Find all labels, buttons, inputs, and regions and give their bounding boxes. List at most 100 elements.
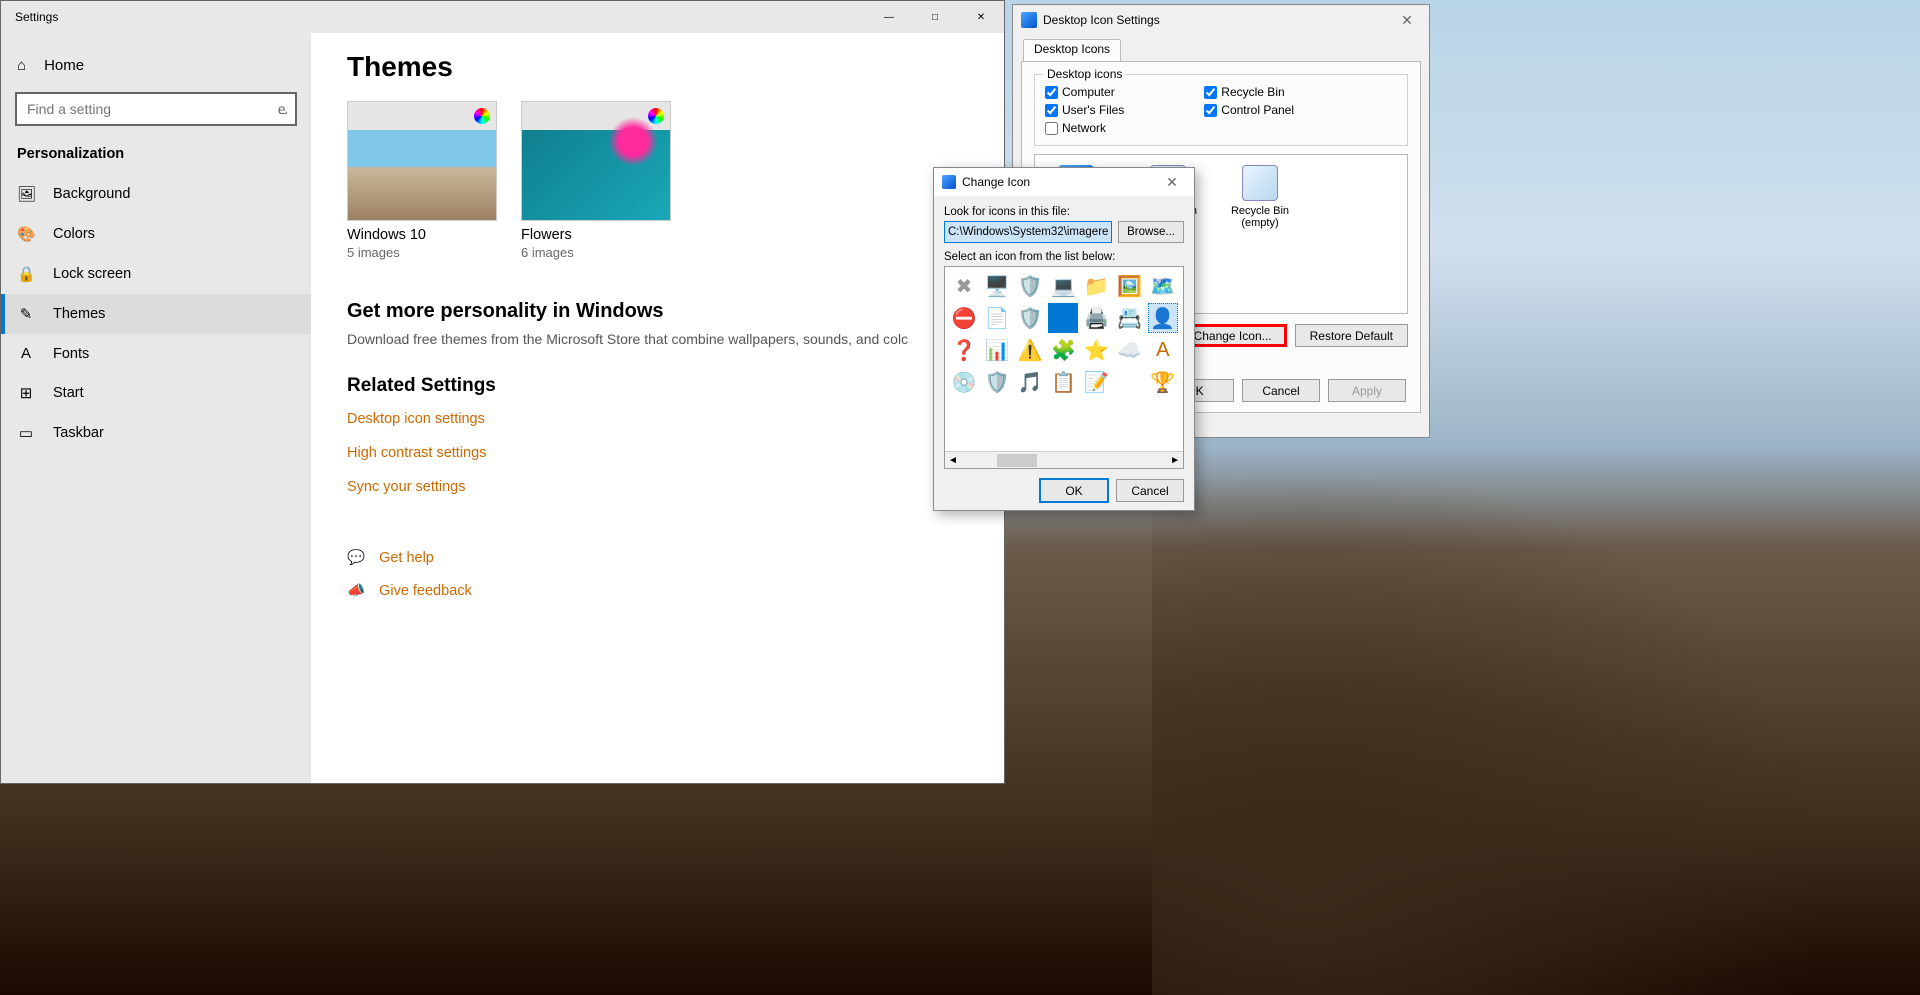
chk-network-input[interactable] (1045, 122, 1058, 135)
scroll-thumb[interactable] (997, 454, 1037, 467)
icon-option[interactable]: 🛡️ (1015, 271, 1045, 301)
nav-label: Start (53, 385, 84, 401)
theme-card-windows10[interactable]: Windows 10 5 images (347, 101, 497, 260)
more-subtext: Download free themes from the Microsoft … (347, 331, 968, 347)
icon-option[interactable]: 🖨️ (1082, 303, 1112, 333)
icon-option[interactable]: 🖼️ (1115, 271, 1145, 301)
icon-option[interactable]: ⛔ (949, 303, 979, 333)
chk-recycle-input[interactable] (1204, 86, 1217, 99)
chk-recycle-bin[interactable]: Recycle Bin (1204, 85, 1294, 99)
preview-recycle-empty[interactable]: Recycle Bin (empty) (1229, 165, 1291, 303)
nav-label: Fonts (53, 346, 89, 362)
dis-close-button[interactable]: ✕ (1393, 12, 1421, 29)
search-icon: ⱸ (278, 100, 287, 119)
help-icon: 💬 (347, 549, 365, 566)
dis-title-icon (1021, 12, 1037, 28)
nav-fonts[interactable]: AFonts (1, 334, 311, 373)
ci-browse-button[interactable]: Browse... (1118, 221, 1184, 243)
nav-lockscreen[interactable]: 🔒Lock screen (1, 254, 311, 294)
nav-label: Themes (53, 306, 105, 322)
link-sync-settings[interactable]: Sync your settings (347, 479, 968, 495)
dis-cancel-button[interactable]: Cancel (1242, 379, 1320, 402)
icon-option[interactable]: 🛡️ (1015, 303, 1045, 333)
ci-scrollbar[interactable]: ◄ ► (945, 451, 1183, 468)
icon-option[interactable]: 📁 (1082, 271, 1112, 301)
icon-option[interactable]: A (1148, 335, 1178, 365)
taskbar-icon: ▭ (17, 424, 35, 442)
nav-label: Background (53, 186, 130, 202)
icon-option[interactable]: ⭐ (1082, 335, 1112, 365)
dis-titlebar: Desktop Icon Settings ✕ (1013, 5, 1429, 35)
help-label: Get help (379, 550, 434, 566)
get-help-row[interactable]: 💬 Get help (347, 549, 968, 566)
icon-option[interactable]: 📋 (1048, 367, 1078, 397)
chk-label: Recycle Bin (1221, 85, 1284, 99)
chk-computer-input[interactable] (1045, 86, 1058, 99)
dis-apply-button[interactable]: Apply (1328, 379, 1406, 402)
icon-option[interactable]: 🖥️ (982, 271, 1012, 301)
minimize-button[interactable]: — (866, 1, 912, 33)
chk-network[interactable]: Network (1045, 121, 1124, 135)
link-desktop-icon-settings[interactable]: Desktop icon settings (347, 411, 968, 427)
nav-themes[interactable]: ✎Themes (1, 294, 311, 334)
restore-default-button[interactable]: Restore Default (1295, 324, 1408, 347)
scroll-left-icon[interactable]: ◄ (948, 455, 958, 466)
chk-users-files[interactable]: User's Files (1045, 103, 1124, 117)
icon-option[interactable] (1115, 367, 1145, 397)
icon-option[interactable]: 🎵 (1015, 367, 1045, 397)
ci-ok-button[interactable]: OK (1040, 479, 1108, 502)
icon-option[interactable]: ❓ (949, 335, 979, 365)
nav-taskbar[interactable]: ▭ Taskbar (1, 413, 311, 453)
nav-start[interactable]: ⊞ Start (1, 373, 311, 413)
icon-option[interactable]: 🧩 (1048, 335, 1078, 365)
icon-option-selected[interactable]: 👤 (1148, 303, 1178, 333)
dis-tab-desktop-icons[interactable]: Desktop Icons (1023, 39, 1121, 61)
ci-title-icon (942, 175, 956, 189)
nav-background[interactable]: 🖼Background (1, 174, 311, 214)
search-input[interactable] (15, 92, 297, 126)
icon-option[interactable]: ✖ (949, 271, 979, 301)
desktop-icons-group: Desktop icons Computer User's Files Netw… (1034, 74, 1408, 146)
page-heading: Themes (347, 51, 968, 83)
nav-colors[interactable]: 🎨Colors (1, 214, 311, 254)
theme-name: Windows 10 (347, 227, 497, 243)
chk-computer[interactable]: Computer (1045, 85, 1124, 99)
icon-option[interactable] (1048, 303, 1078, 333)
ci-cancel-button[interactable]: Cancel (1116, 479, 1184, 502)
icon-option[interactable]: 🏆 (1148, 367, 1178, 397)
nav-label: Taskbar (53, 425, 104, 441)
icon-option[interactable]: 📄 (982, 303, 1012, 333)
ci-path-input[interactable] (944, 221, 1112, 243)
icon-option[interactable]: 🛡️ (982, 367, 1012, 397)
icon-option[interactable]: 💿 (949, 367, 979, 397)
window-controls: — □ ✕ (866, 1, 1004, 33)
theme-card-flowers[interactable]: Flowers 6 images (521, 101, 671, 260)
icon-option[interactable]: 📊 (982, 335, 1012, 365)
ci-title-text: Change Icon (962, 175, 1030, 189)
feedback-icon: 📣 (347, 582, 365, 599)
icon-option[interactable]: 🗺️ (1148, 271, 1178, 301)
give-feedback-row[interactable]: 📣Give feedback (347, 582, 968, 599)
close-button[interactable]: ✕ (958, 1, 1004, 33)
home-icon: ⌂ (17, 57, 26, 74)
group-legend: Desktop icons (1043, 67, 1126, 81)
chk-control-panel[interactable]: Control Panel (1204, 103, 1294, 117)
icon-option[interactable]: ☁️ (1115, 335, 1145, 365)
icon-option[interactable]: 💻 (1048, 271, 1078, 301)
chk-label: Computer (1062, 85, 1115, 99)
home-label: Home (44, 57, 84, 74)
chk-users-input[interactable] (1045, 104, 1058, 117)
link-high-contrast[interactable]: High contrast settings (347, 445, 968, 461)
ci-close-button[interactable]: ✕ (1158, 174, 1186, 191)
maximize-button[interactable]: □ (912, 1, 958, 33)
settings-title: Settings (15, 10, 58, 24)
section-title: Personalization (1, 142, 311, 174)
icon-option[interactable]: 📝 (1082, 367, 1112, 397)
scroll-right-icon[interactable]: ► (1170, 455, 1180, 466)
theme-name: Flowers (521, 227, 671, 243)
start-icon: ⊞ (17, 384, 35, 402)
icon-option[interactable]: 📇 (1115, 303, 1145, 333)
home-nav[interactable]: ⌂ Home (1, 47, 311, 84)
chk-control-input[interactable] (1204, 104, 1217, 117)
icon-option[interactable]: ⚠️ (1015, 335, 1045, 365)
